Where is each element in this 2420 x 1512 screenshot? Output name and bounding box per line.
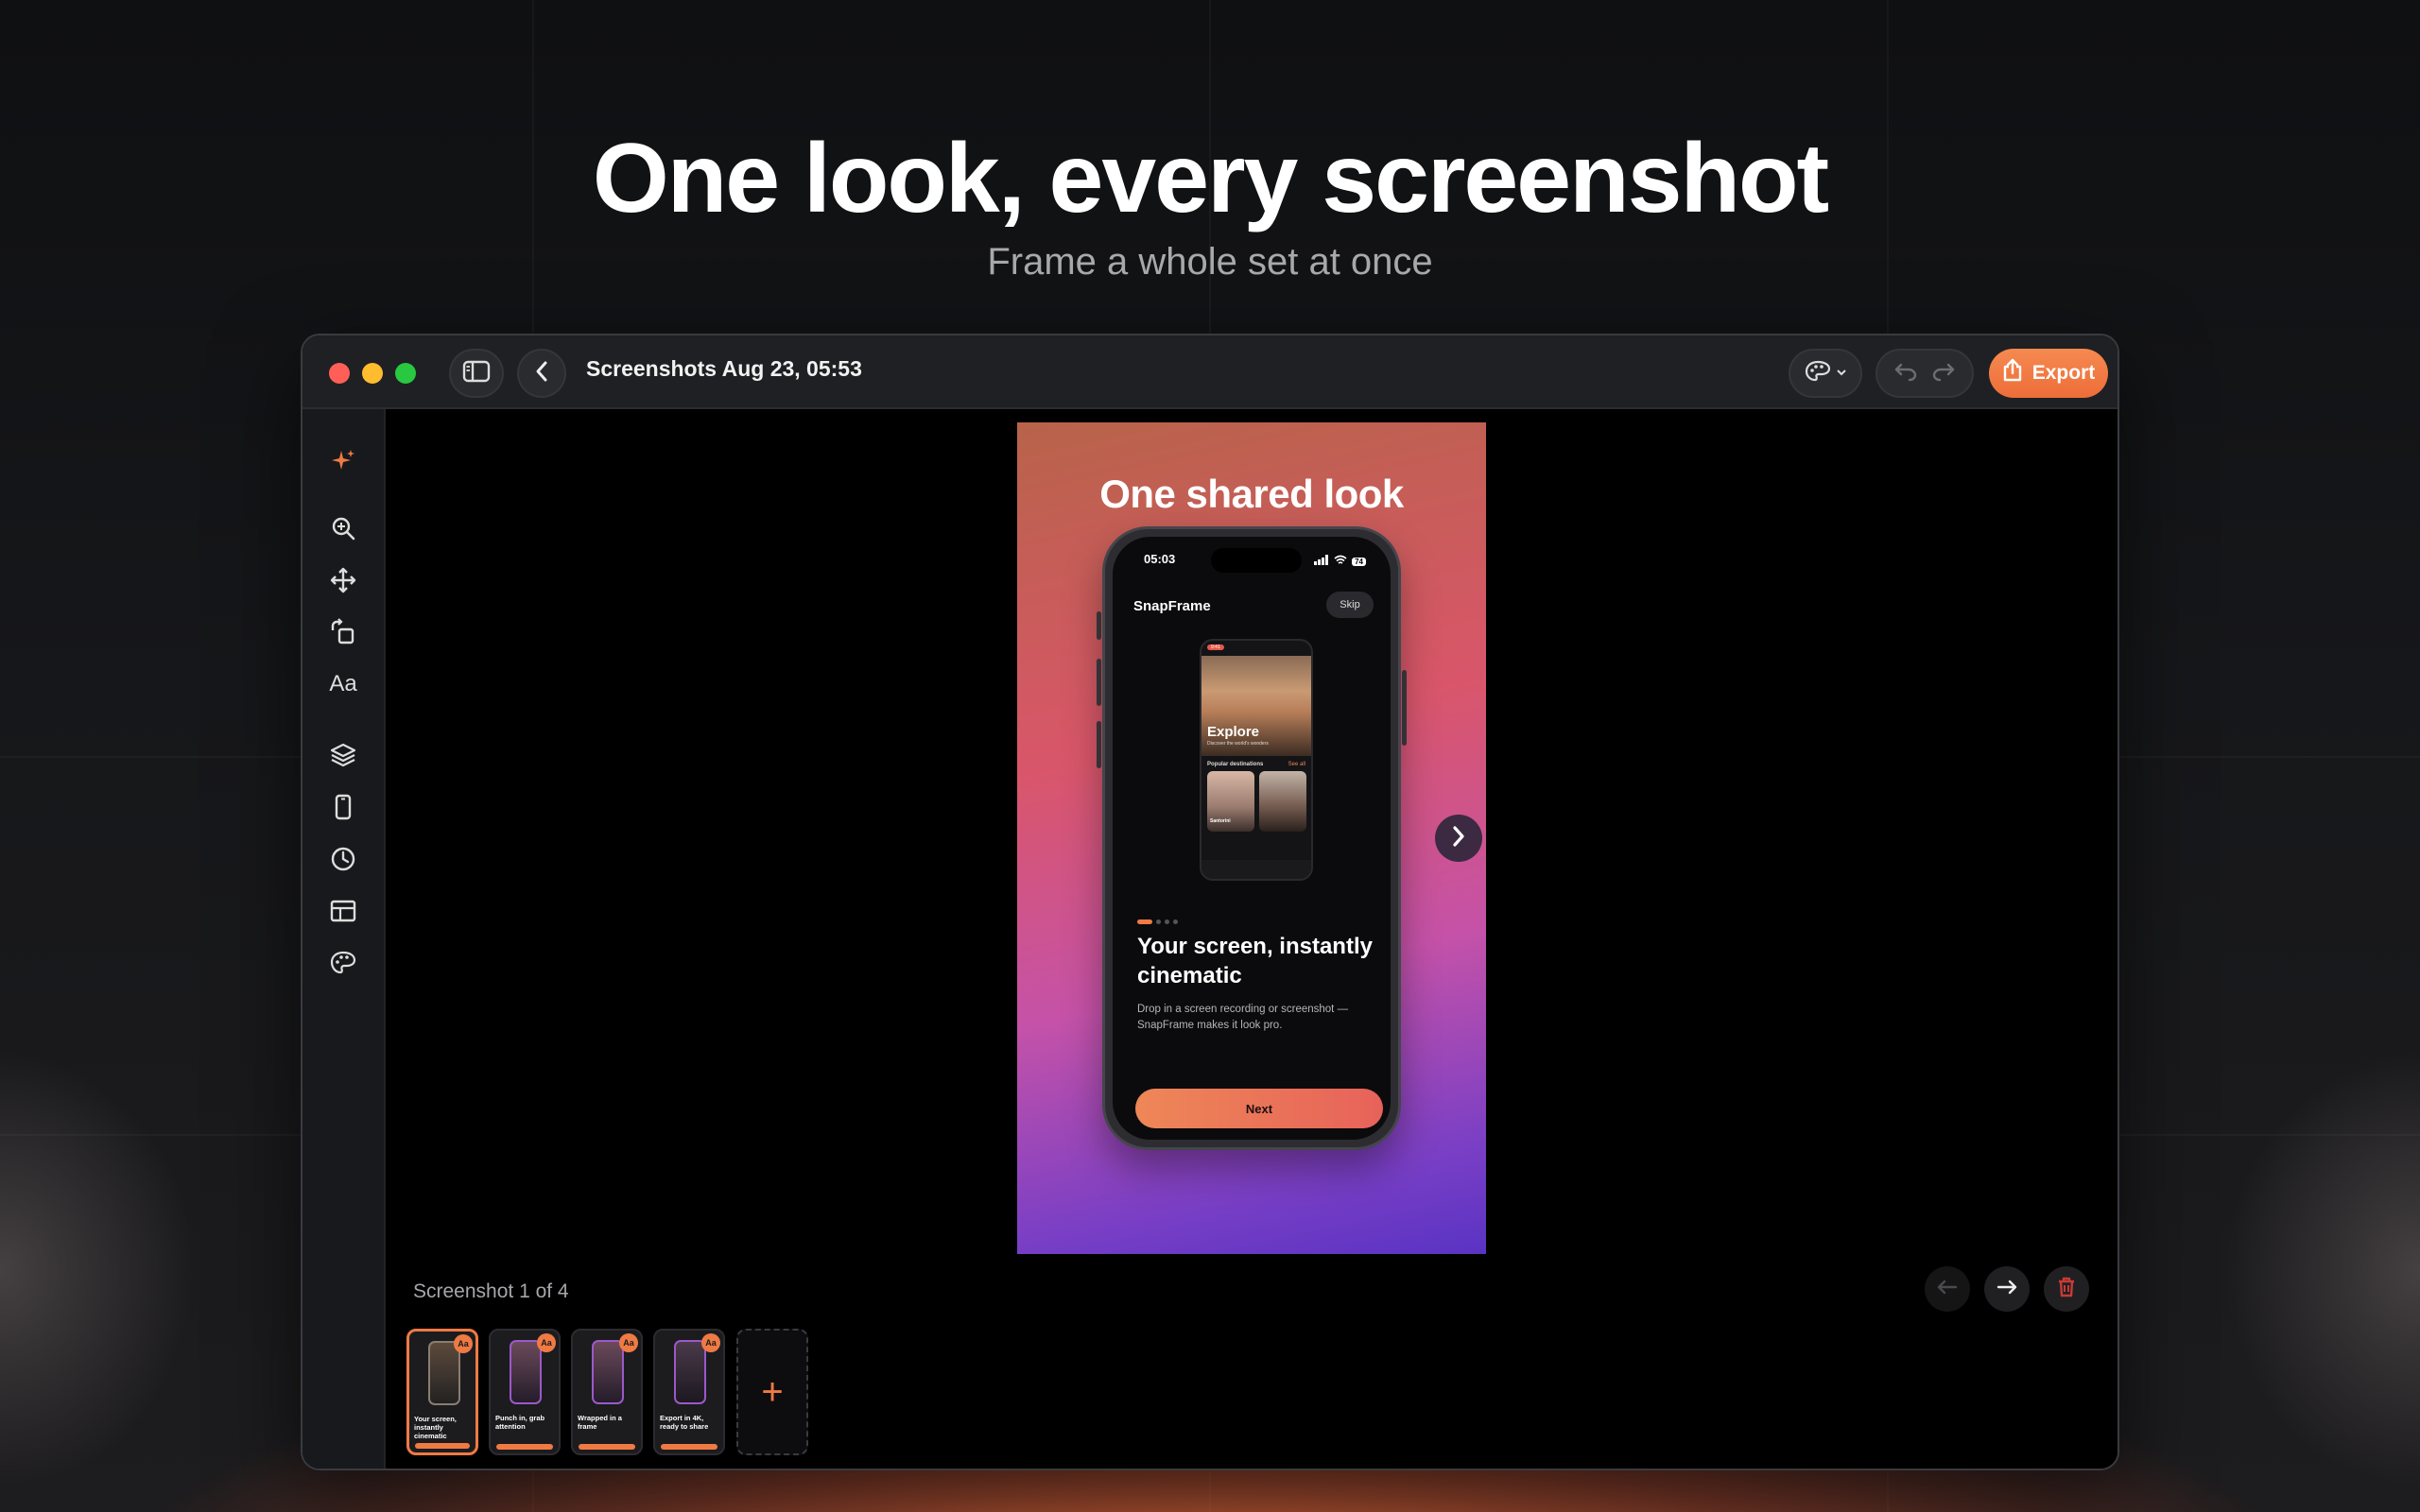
phone-side-button (1097, 721, 1101, 768)
minimize-window-button[interactable] (362, 363, 383, 384)
skip-button: Skip (1326, 592, 1374, 618)
inner-heading: Explore (1207, 724, 1260, 740)
device-icon[interactable] (327, 791, 359, 823)
text-tool[interactable]: Aa (327, 668, 359, 700)
thumbnail-caption: Wrapped in a frame (578, 1414, 622, 1431)
thumbnail-phone (674, 1340, 706, 1404)
thumbnail-button-preview (579, 1444, 635, 1450)
hero-title: One look, every screenshot (592, 124, 1829, 233)
thumbnail-caption: Your screen, instantly cinematic (414, 1415, 457, 1440)
status-icons: 74 (1314, 553, 1366, 570)
app-name: SnapFrame (1133, 598, 1211, 614)
add-screenshot-button[interactable]: + (736, 1329, 808, 1455)
delete-button[interactable] (2044, 1266, 2089, 1312)
screenshot-thumbnail[interactable]: Aa Wrapped in a frame (571, 1329, 643, 1455)
thumbnail-phone (510, 1340, 542, 1404)
inner-app-screenshot: 9:41 Explore Discover the world's wonder… (1200, 639, 1313, 881)
sidebar-toggle-button[interactable] (449, 349, 504, 398)
export-label: Export (2031, 362, 2096, 384)
inner-time-badge: 9:41 (1207, 644, 1224, 650)
move-right-button[interactable] (1984, 1266, 2030, 1312)
destination-card (1311, 771, 1313, 832)
tool-sidebar: Aa (302, 409, 386, 1469)
layout-icon[interactable] (327, 895, 359, 927)
next-button: Next (1135, 1089, 1383, 1128)
hero-subtitle: Frame a whole set at once (987, 241, 1433, 283)
destination-card (1259, 771, 1306, 832)
thumbnail-phone (592, 1340, 624, 1404)
trash-icon (2056, 1276, 2077, 1303)
inner-subheading: Discover the world's wonders (1207, 741, 1269, 747)
phone-headline: Your screen, instantly cinematic (1137, 934, 1373, 988)
page-dot-active (1137, 919, 1152, 924)
phone-screen: 05:03 74 SnapFrame Skip 9:41 Explore Dis… (1113, 537, 1391, 1140)
thumbnail-button-preview (496, 1444, 553, 1450)
title-bar: Screenshots Aug 23, 05:53 Export (302, 335, 2118, 409)
redo-icon[interactable] (1931, 360, 1956, 387)
move-icon[interactable] (327, 564, 359, 596)
layers-icon[interactable] (327, 739, 359, 771)
timer-icon[interactable] (327, 843, 359, 875)
sparkle-icon[interactable] (327, 445, 359, 477)
phone-body: Drop in a screen recording or screenshot… (1137, 1004, 1349, 1031)
back-button[interactable] (517, 349, 566, 398)
screenshot-thumbnail[interactable]: Aa Your screen, instantly cinematic (406, 1329, 478, 1455)
chevron-right-icon (1450, 825, 1467, 852)
zoom-icon[interactable] (327, 512, 359, 544)
destination-card: Santorini (1207, 771, 1254, 832)
palette-icon (1804, 359, 1832, 388)
next-screenshot-button[interactable] (1435, 815, 1482, 862)
preview-title[interactable]: One shared look (1017, 472, 1486, 517)
text-style-badge: Aa (537, 1333, 556, 1352)
thumbnail-caption: Export in 4K, ready to share (660, 1414, 709, 1431)
screenshot-counter: Screenshot 1 of 4 (413, 1280, 569, 1302)
dynamic-island (1211, 548, 1302, 573)
page-dot (1173, 919, 1178, 924)
page-indicator (1137, 919, 1178, 924)
thumbnail-button-preview (415, 1443, 470, 1449)
page-dot (1156, 919, 1161, 924)
arrow-left-icon (1936, 1278, 1959, 1301)
device-frame[interactable]: 05:03 74 SnapFrame Skip 9:41 Explore Dis… (1102, 526, 1401, 1150)
document-title: Screenshots Aug 23, 05:53 (586, 356, 862, 381)
palette-icon[interactable] (327, 947, 359, 979)
share-icon (2002, 358, 2023, 388)
signal-icon (1314, 553, 1329, 570)
close-window-button[interactable] (329, 363, 350, 384)
destination-card-label: Santorini (1210, 818, 1231, 824)
inner-see-all: See all (1288, 762, 1305, 767)
zoom-window-button[interactable] (395, 363, 416, 384)
thumbnail-caption: Punch in, grab attention (495, 1414, 545, 1431)
inner-section-title: Popular destinations (1207, 762, 1264, 767)
rotate-icon[interactable] (327, 616, 359, 648)
phone-side-button (1097, 611, 1101, 640)
undo-icon[interactable] (1893, 360, 1918, 387)
text-style-badge: Aa (619, 1333, 638, 1352)
screenshot-thumbnail[interactable]: Aa Punch in, grab attention (489, 1329, 561, 1455)
sidebar-icon (462, 360, 491, 387)
text-style-badge: Aa (701, 1333, 720, 1352)
screenshot-preview[interactable]: One shared look 05:03 74 SnapFrame Skip … (1017, 422, 1486, 1254)
battery-indicator: 74 (1352, 557, 1366, 566)
chevron-left-icon (533, 360, 550, 387)
screenshot-thumbnail[interactable]: Aa Export in 4K, ready to share (653, 1329, 725, 1455)
page-dot (1165, 919, 1169, 924)
text-style-badge: Aa (454, 1334, 473, 1353)
phone-side-button (1097, 659, 1101, 706)
inner-tab-bar (1201, 860, 1311, 879)
phone-side-button (1402, 670, 1407, 746)
chevron-down-icon (1836, 365, 1847, 382)
thumbnail-phone (428, 1341, 460, 1405)
arrow-right-icon (1996, 1278, 2018, 1301)
status-time: 05:03 (1144, 552, 1176, 566)
theme-menu-button[interactable] (1789, 349, 1862, 398)
move-left-button[interactable] (1925, 1266, 1970, 1312)
export-button[interactable]: Export (1989, 349, 2108, 398)
thumbnail-button-preview (661, 1444, 717, 1450)
undo-redo-group (1876, 349, 1974, 398)
wifi-icon (1334, 553, 1347, 570)
